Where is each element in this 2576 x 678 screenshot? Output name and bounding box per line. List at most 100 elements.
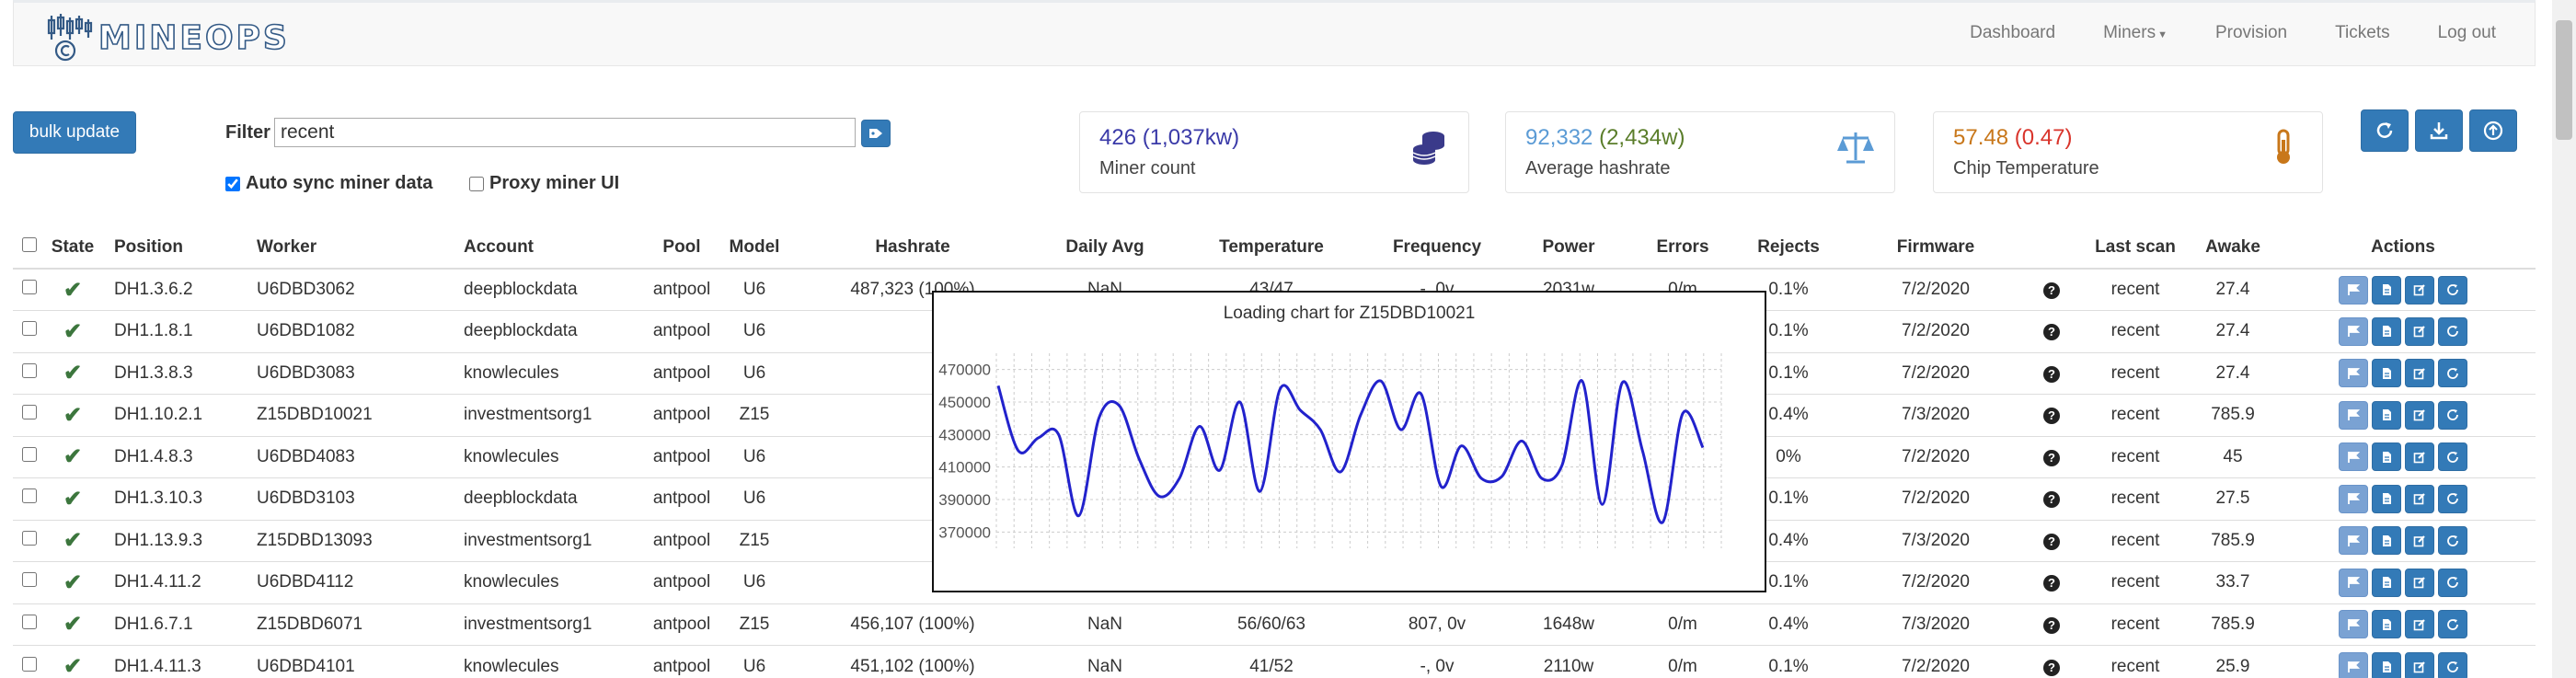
refresh-button[interactable] (2361, 109, 2409, 152)
select-all-checkbox[interactable] (22, 236, 37, 252)
flag-button[interactable] (2339, 316, 2368, 346)
flag-button[interactable] (2339, 568, 2368, 597)
reboot-button[interactable] (2438, 484, 2467, 513)
flag-button[interactable] (2339, 610, 2368, 639)
col-position[interactable]: Position (99, 226, 243, 270)
nav-provision[interactable]: Provision (2215, 23, 2287, 43)
scrollbar-thumb[interactable] (2556, 20, 2572, 140)
nav-tickets[interactable]: Tickets (2335, 23, 2389, 43)
file-button[interactable] (2372, 316, 2401, 346)
filter-input[interactable] (274, 118, 856, 147)
file-button[interactable] (2372, 359, 2401, 388)
edit-button[interactable] (2405, 610, 2434, 639)
reboot-button[interactable] (2438, 526, 2467, 556)
col-state[interactable]: State (46, 226, 99, 270)
question-icon[interactable]: ? (2043, 575, 2060, 592)
reboot-button[interactable] (2438, 442, 2467, 472)
question-icon[interactable]: ? (2043, 408, 2060, 425)
table-row[interactable]: ✔ DH1.4.11.3 U6DBD4101 knowlecules antpool U6… (13, 645, 2536, 678)
row-checkbox[interactable] (22, 656, 37, 672)
edit-button[interactable] (2405, 652, 2434, 678)
edit-button[interactable] (2405, 442, 2434, 472)
help-cell: ? (2028, 435, 2076, 478)
file-icon (2383, 618, 2391, 630)
nav-logout[interactable]: Log out (2438, 23, 2496, 43)
flag-button[interactable] (2339, 275, 2368, 305)
col-awake[interactable]: Awake (2195, 226, 2271, 270)
file-button[interactable] (2372, 484, 2401, 513)
file-button[interactable] (2372, 442, 2401, 472)
bulk-update-button[interactable]: bulk update (13, 111, 136, 154)
col-firmware[interactable]: Firmware (1844, 226, 2028, 270)
col-model[interactable]: Model (719, 226, 789, 270)
cell-rejects: 0.1% (1733, 645, 1844, 678)
reboot-button[interactable] (2438, 568, 2467, 597)
edit-button[interactable] (2405, 359, 2434, 388)
col-temperature[interactable]: Temperature (1174, 226, 1369, 270)
vertical-scrollbar[interactable] (2552, 0, 2576, 678)
question-icon[interactable]: ? (2043, 533, 2060, 550)
row-checkbox[interactable] (22, 362, 37, 378)
question-icon[interactable]: ? (2043, 616, 2060, 634)
file-button[interactable] (2372, 610, 2401, 639)
col-account[interactable]: Account (464, 226, 644, 270)
col-actions: Actions (2271, 226, 2536, 270)
question-icon[interactable]: ? (2043, 659, 2060, 676)
question-icon[interactable]: ? (2043, 449, 2060, 466)
nav-dashboard[interactable]: Dashboard (1970, 23, 2055, 43)
col-frequency[interactable]: Frequency (1369, 226, 1505, 270)
question-icon[interactable]: ? (2043, 282, 2060, 299)
file-button[interactable] (2372, 275, 2401, 305)
col-errors[interactable]: Errors (1632, 226, 1733, 270)
row-checkbox[interactable] (22, 321, 37, 337)
edit-button[interactable] (2405, 484, 2434, 513)
auto-sync-checkbox[interactable] (225, 176, 240, 191)
file-button[interactable] (2372, 652, 2401, 678)
question-icon[interactable]: ? (2043, 365, 2060, 383)
question-icon[interactable]: ? (2043, 324, 2060, 341)
row-checkbox[interactable] (22, 405, 37, 420)
filter-apply-button[interactable] (861, 120, 891, 147)
edit-button[interactable] (2405, 400, 2434, 430)
row-checkbox[interactable] (22, 488, 37, 504)
reboot-button[interactable] (2438, 275, 2467, 305)
file-button[interactable] (2372, 526, 2401, 556)
col-daily-avg[interactable]: Daily Avg (1036, 226, 1174, 270)
reboot-button[interactable] (2438, 359, 2467, 388)
flag-button[interactable] (2339, 442, 2368, 472)
col-worker[interactable]: Worker (243, 226, 464, 270)
row-checkbox[interactable] (22, 446, 37, 462)
col-last-scan[interactable]: Last scan (2076, 226, 2195, 270)
flag-button[interactable] (2339, 526, 2368, 556)
col-power[interactable]: Power (1505, 226, 1632, 270)
brand-logo[interactable]: MINEOPS (45, 12, 290, 63)
edit-button[interactable] (2405, 316, 2434, 346)
row-checkbox[interactable] (22, 530, 37, 546)
col-pool[interactable]: Pool (644, 226, 719, 270)
flag-button[interactable] (2339, 652, 2368, 678)
reboot-button[interactable] (2438, 316, 2467, 346)
flag-button[interactable] (2339, 400, 2368, 430)
row-checkbox[interactable] (22, 280, 37, 294)
flag-button[interactable] (2339, 359, 2368, 388)
edit-button[interactable] (2405, 526, 2434, 556)
reboot-button[interactable] (2438, 400, 2467, 430)
question-icon[interactable]: ? (2043, 491, 2060, 509)
nav-miners-dropdown[interactable]: Miners ▼ (2103, 23, 2168, 43)
upload-button[interactable] (2469, 109, 2517, 152)
file-button[interactable] (2372, 568, 2401, 597)
col-hashrate[interactable]: Hashrate (789, 226, 1036, 270)
reboot-button[interactable] (2438, 652, 2467, 678)
edit-button[interactable] (2405, 275, 2434, 305)
row-checkbox[interactable] (22, 614, 37, 629)
col-rejects[interactable]: Rejects (1733, 226, 1844, 270)
reboot-button[interactable] (2438, 610, 2467, 639)
row-checkbox[interactable] (22, 572, 37, 588)
flag-button[interactable] (2339, 484, 2368, 513)
proxy-ui-checkbox[interactable] (469, 176, 484, 191)
table-row[interactable]: ✔ DH1.6.7.1 Z15DBD6071 investmentsorg1 antpo… (13, 603, 2536, 646)
cell-rejects: 0.4% (1733, 603, 1844, 646)
file-button[interactable] (2372, 400, 2401, 430)
download-button[interactable] (2415, 109, 2463, 152)
edit-button[interactable] (2405, 568, 2434, 597)
